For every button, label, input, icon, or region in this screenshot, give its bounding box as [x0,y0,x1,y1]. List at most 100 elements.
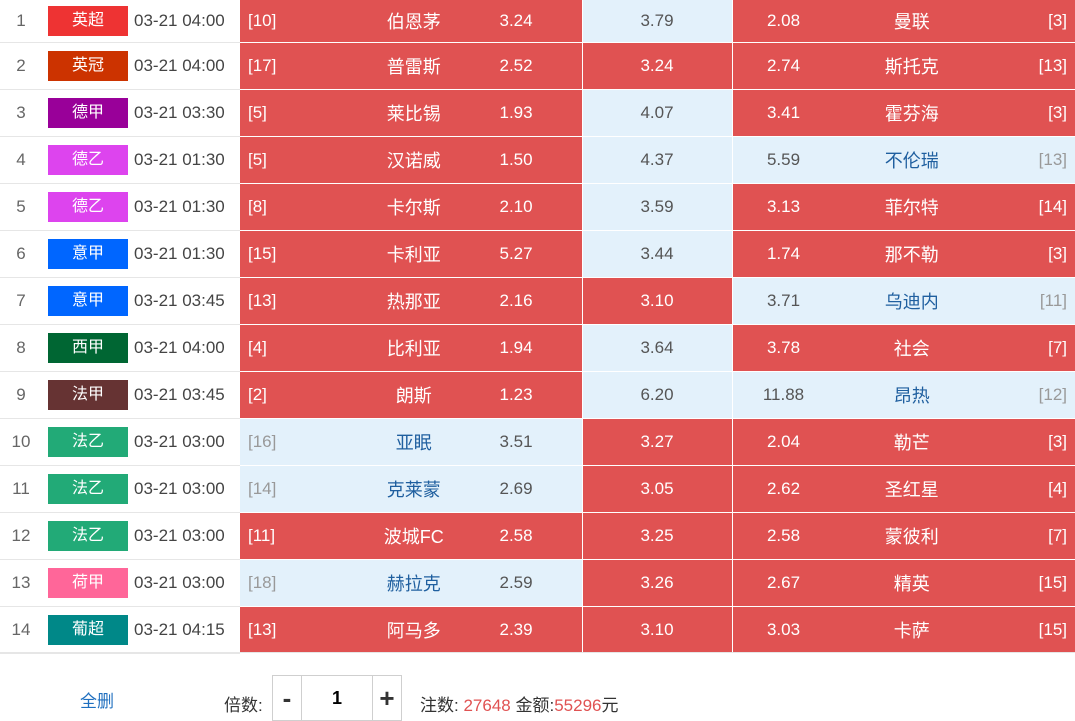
multiplier-stepper: - + [272,675,402,721]
away-team: 斯托克 [884,57,939,77]
decrease-multiplier-button[interactable]: - [273,676,302,720]
draw-option[interactable]: 3.10 [582,606,733,654]
away-win-option[interactable]: 1.74 那不勒 [3] [732,230,1075,278]
draw-option[interactable]: 6.20 [582,371,733,419]
match-time: 03-21 03:45 [134,277,240,325]
bet-summary: 注数: 27648 金额:55296元 [420,691,619,716]
away-team: 不伦瑞 [884,151,939,171]
home-rank: [15] [248,244,277,263]
home-rank: [13] [248,291,277,310]
home-odds: 2.10 [499,197,533,216]
home-odds: 1.23 [499,385,533,404]
match-index: 5 [0,183,42,231]
home-win-option[interactable]: [10] 伯恩茅 3.24 [240,0,583,43]
increase-multiplier-button[interactable]: + [372,676,401,720]
away-team: 那不勒 [884,245,939,265]
home-rank: [8] [248,197,267,216]
draw-option[interactable]: 3.64 [582,324,733,372]
league-badge: 意甲 [48,286,128,316]
home-win-option[interactable]: [16] 亚眠 3.51 [240,418,583,466]
home-win-option[interactable]: [8] 卡尔斯 2.10 [240,183,583,231]
away-rank: [3] [1048,244,1067,263]
away-win-option[interactable]: 3.78 社会 [7] [732,324,1075,372]
away-win-option[interactable]: 2.67 精英 [15] [732,559,1075,607]
draw-option[interactable]: 3.27 [582,418,733,466]
away-rank: [3] [1048,11,1067,30]
away-win-option[interactable]: 2.62 圣红星 [4] [732,465,1075,513]
league-cell: 西甲 [42,324,134,372]
home-win-option[interactable]: [4] 比利亚 1.94 [240,324,583,372]
away-win-option[interactable]: 2.58 蒙彼利 [7] [732,512,1075,560]
draw-option[interactable]: 3.05 [582,465,733,513]
match-time: 03-21 03:00 [134,559,240,607]
draw-option[interactable]: 3.25 [582,512,733,560]
draw-odds: 3.64 [640,338,674,357]
away-odds: 2.74 [766,56,801,75]
league-badge: 法乙 [48,474,128,504]
away-odds: 3.71 [766,291,801,310]
home-team: 亚眠 [395,433,432,453]
match-time: 03-21 04:00 [134,324,240,372]
away-rank: [7] [1048,526,1067,545]
home-rank: [18] [248,573,277,592]
away-team: 菲尔特 [884,198,939,218]
away-odds: 11.88 [762,385,805,404]
draw-option[interactable]: 3.44 [582,230,733,278]
away-team: 精英 [893,574,930,594]
home-win-option[interactable]: [11] 波城FC 2.58 [240,512,583,560]
multiplier-input[interactable] [302,676,372,720]
match-index: 2 [0,42,42,90]
away-win-option[interactable]: 2.74 斯托克 [13] [732,42,1075,90]
draw-option[interactable]: 3.79 [582,0,733,43]
match-row: 1 英超 03-21 04:00 [10] 伯恩茅 3.24 3.79 2.08 曼联 [3] [0,0,1075,43]
home-win-option[interactable]: [18] 赫拉克 2.59 [240,559,583,607]
amount-label: 金额: [515,696,555,715]
match-row: 11 法乙 03-21 03:00 [14] 克莱蒙 2.69 3.05 2.62 圣红星 [4] [0,465,1075,513]
match-index: 7 [0,277,42,325]
away-win-option[interactable]: 3.41 霍芬海 [3] [732,89,1075,137]
home-win-option[interactable]: [14] 克莱蒙 2.69 [240,465,583,513]
match-time: 03-21 03:00 [134,465,240,513]
league-badge: 英超 [48,6,128,36]
draw-odds: 3.59 [640,197,674,216]
league-badge: 葡超 [48,615,128,645]
draw-option[interactable]: 4.37 [582,136,733,184]
match-row: 14 葡超 03-21 04:15 [13] 阿马多 2.39 3.10 3.03 卡萨 [15] [0,606,1075,654]
home-win-option[interactable]: [2] 朗斯 1.23 [240,371,583,419]
away-win-option[interactable]: 2.08 曼联 [3] [732,0,1075,43]
away-odds: 3.13 [766,197,801,216]
league-cell: 德甲 [42,89,134,137]
away-win-option[interactable]: 2.04 勒芒 [3] [732,418,1075,466]
away-win-option[interactable]: 11.88 昂热 [12] [732,371,1075,419]
home-team: 克莱蒙 [386,480,441,500]
home-win-option[interactable]: [17] 普雷斯 2.52 [240,42,583,90]
home-win-option[interactable]: [15] 卡利亚 5.27 [240,230,583,278]
match-row: 10 法乙 03-21 03:00 [16] 亚眠 3.51 3.27 2.04 勒芒 [3] [0,418,1075,466]
draw-option[interactable]: 3.59 [582,183,733,231]
draw-odds: 3.79 [640,11,674,30]
clear-all-button[interactable]: 全删 [80,687,114,712]
league-cell: 英冠 [42,42,134,90]
home-win-option[interactable]: [13] 阿马多 2.39 [240,606,583,654]
away-win-option[interactable]: 3.71 乌迪内 [11] [732,277,1075,325]
away-win-option[interactable]: 3.03 卡萨 [15] [732,606,1075,654]
home-win-option[interactable]: [5] 汉诺威 1.50 [240,136,583,184]
away-team: 昂热 [893,386,930,406]
draw-odds: 3.05 [640,479,674,498]
match-index: 12 [0,512,42,560]
home-win-option[interactable]: [5] 莱比锡 1.93 [240,89,583,137]
away-odds: 5.59 [766,150,801,169]
draw-option[interactable]: 3.26 [582,559,733,607]
league-badge: 英冠 [48,51,128,81]
match-table: 1 英超 03-21 04:00 [10] 伯恩茅 3.24 3.79 2.08 曼联 [3] 2 英… [0,0,1075,654]
draw-odds: 3.27 [640,432,674,451]
draw-option[interactable]: 4.07 [582,89,733,137]
away-win-option[interactable]: 5.59 不伦瑞 [13] [732,136,1075,184]
home-win-option[interactable]: [13] 热那亚 2.16 [240,277,583,325]
away-win-option[interactable]: 3.13 菲尔特 [14] [732,183,1075,231]
draw-option[interactable]: 3.10 [582,277,733,325]
draw-odds: 3.24 [640,56,674,75]
league-cell: 法乙 [42,465,134,513]
match-index: 3 [0,89,42,137]
draw-option[interactable]: 3.24 [582,42,733,90]
